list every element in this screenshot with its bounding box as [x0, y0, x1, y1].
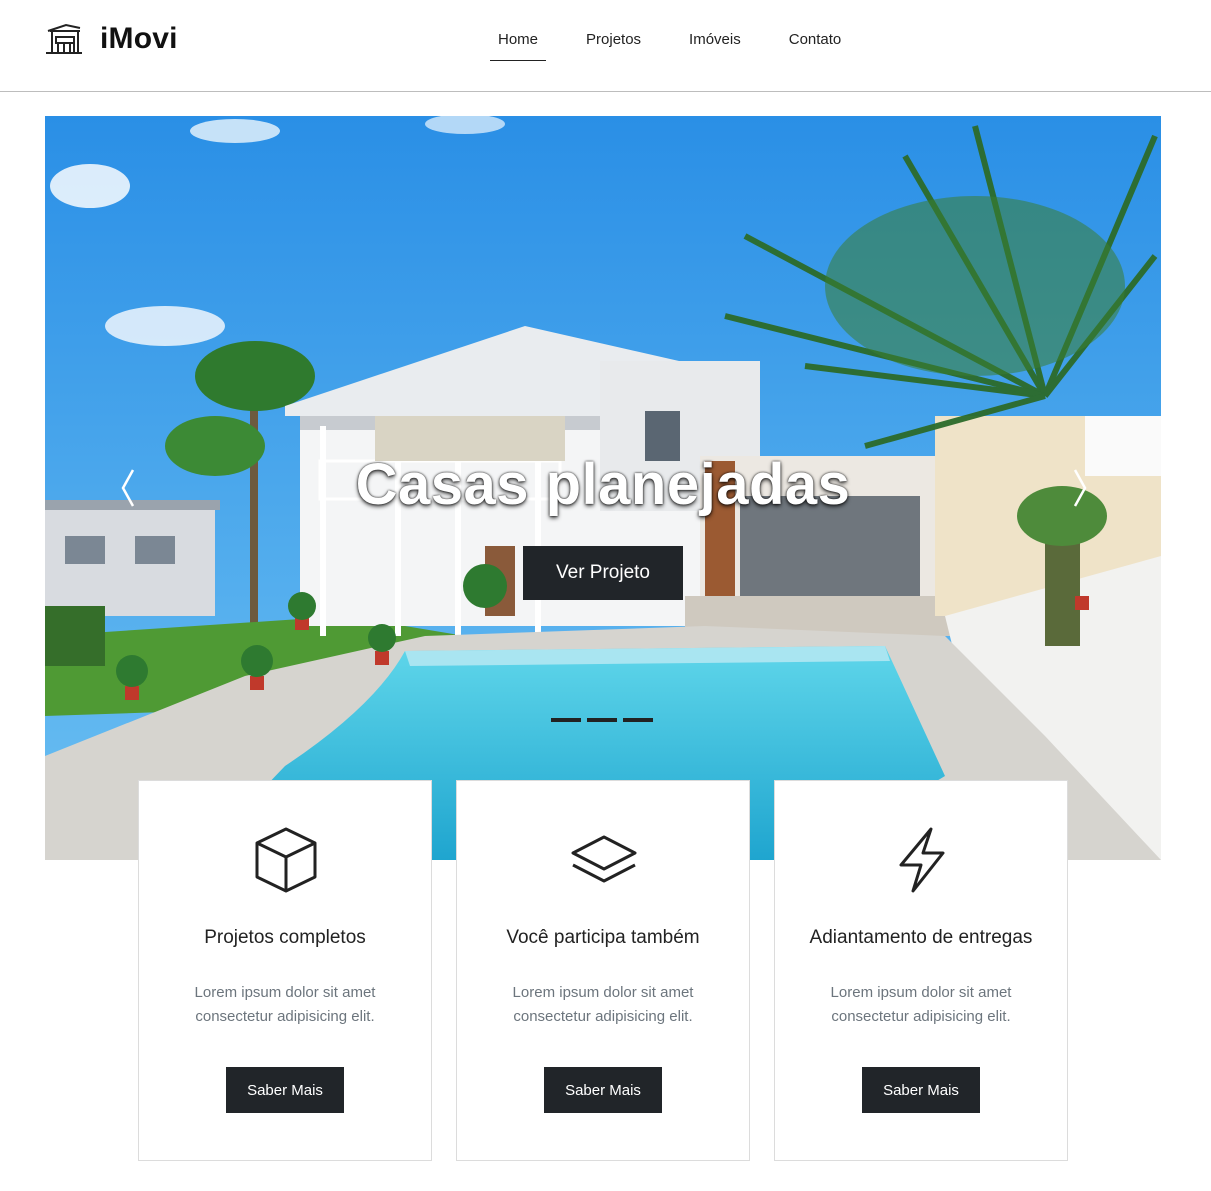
- brand-name: iMovi: [100, 22, 178, 55]
- site-header: iMovi Home Projetos Imóveis Contato: [0, 0, 1211, 92]
- hero-title: Casas planejadas: [355, 452, 851, 517]
- lightning-icon: [899, 827, 945, 893]
- feature-text: Lorem ipsum dolor sit amet consectetur a…: [194, 984, 376, 1025]
- feature-card-adiantamento: Adiantamento de entregas Lorem ipsum dol…: [774, 780, 1068, 1161]
- saber-mais-button[interactable]: Saber Mais: [862, 1067, 980, 1113]
- carousel-indicator-2[interactable]: [587, 718, 617, 722]
- feature-title: Projetos completos: [204, 927, 366, 948]
- chevron-left-icon: [121, 469, 135, 507]
- logo[interactable]: iMovi: [44, 19, 178, 59]
- carousel-indicators: [551, 718, 659, 722]
- nav-contato[interactable]: Contato: [781, 27, 850, 61]
- ver-projeto-button[interactable]: Ver Projeto: [523, 546, 683, 600]
- nav-imoveis[interactable]: Imóveis: [681, 27, 749, 61]
- house-building-icon: [46, 23, 82, 54]
- feature-text: Lorem ipsum dolor sit amet consectetur a…: [830, 984, 1012, 1025]
- feature-card-projetos: Projetos completos Lorem ipsum dolor sit…: [138, 780, 432, 1161]
- nav-projetos[interactable]: Projetos: [578, 27, 649, 61]
- box-icon: [255, 827, 317, 893]
- carousel-next-button[interactable]: [1065, 466, 1095, 510]
- layers-icon: [571, 835, 637, 883]
- carousel-prev-button[interactable]: [113, 466, 143, 510]
- main-nav: Home Projetos Imóveis Contato: [490, 27, 881, 61]
- carousel-indicator-1[interactable]: [551, 718, 581, 722]
- saber-mais-button[interactable]: Saber Mais: [226, 1067, 344, 1113]
- carousel-indicator-3[interactable]: [623, 718, 653, 722]
- feature-card-participa: Você participa também Lorem ipsum dolor …: [456, 780, 750, 1161]
- saber-mais-button[interactable]: Saber Mais: [544, 1067, 662, 1113]
- chevron-right-icon: [1073, 469, 1087, 507]
- hero-carousel: Casas planejadas Ver Projeto: [45, 116, 1161, 860]
- feature-title: Adiantamento de entregas: [809, 927, 1033, 948]
- nav-home[interactable]: Home: [490, 27, 547, 61]
- feature-text: Lorem ipsum dolor sit amet consectetur a…: [512, 984, 694, 1025]
- feature-title: Você participa também: [506, 927, 700, 948]
